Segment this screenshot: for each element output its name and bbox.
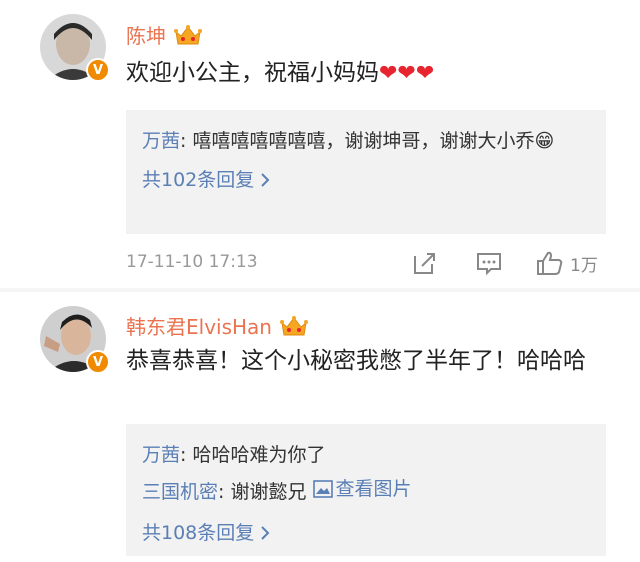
view-image-text[interactable]: 查看图片 (336, 472, 412, 506)
verified-badge-icon: V (86, 58, 110, 82)
reply-item: 万茜: 哈哈哈难为你了 (142, 438, 590, 472)
reply-separator: : (218, 481, 231, 503)
avatar[interactable]: V (40, 306, 110, 374)
reply-box: 万茜: 嘻嘻嘻嘻嘻嘻嘻，谢谢坤哥，谢谢大小乔😁 共102条回复 (126, 110, 606, 234)
username[interactable]: 陈坤 (126, 20, 202, 49)
like-button[interactable]: 1万 (536, 248, 598, 278)
reply-item: 万茜: 嘻嘻嘻嘻嘻嘻嘻，谢谢坤哥，谢谢大小乔😁 (142, 124, 590, 158)
comment-text: 欢迎小公主，祝福小妈妈❤❤❤ (126, 56, 596, 91)
username[interactable]: 韩东君ElvisHan (126, 311, 308, 340)
crown-icon (279, 315, 308, 335)
reply-author[interactable]: 三国机密 (142, 481, 218, 503)
verified-badge-icon: V (86, 350, 110, 374)
image-icon (312, 480, 333, 498)
more-replies-text[interactable]: 共102条回复 (142, 162, 254, 198)
comment-body: 欢迎小公主，祝福小妈妈 (126, 60, 379, 86)
more-replies-link[interactable]: 共108条回复 (142, 515, 270, 551)
reply-text: 哈哈哈难为你了 (192, 444, 326, 466)
comment-meta: 17-11-10 17:13 1万 (126, 248, 616, 280)
timestamp: 17-11-10 17:13 (126, 252, 258, 272)
username-text[interactable]: 韩东君ElvisHan (126, 311, 272, 340)
reply-text: 嘻嘻嘻嘻嘻嘻嘻，谢谢坤哥，谢谢大小乔😁 (192, 130, 555, 152)
reply-text: 谢谢懿兄 (230, 481, 313, 503)
reply-separator: : (180, 130, 193, 152)
like-count: 1万 (570, 255, 598, 276)
thumbs-up-icon (537, 251, 563, 275)
share-icon (414, 253, 435, 274)
reply-author[interactable]: 万茜 (142, 444, 180, 466)
heart-icon: ❤❤❤ (379, 61, 435, 86)
avatar[interactable]: V (40, 14, 110, 82)
comment-icon (477, 253, 501, 276)
username-text[interactable]: 陈坤 (126, 20, 166, 49)
comment-text: 恭喜恭喜！这个小秘密我憋了半年了！哈哈哈 (126, 344, 616, 378)
reply-item: 三国机密: 谢谢懿兄 查看图片 (142, 472, 590, 509)
reply-author[interactable]: 万茜 (142, 130, 180, 152)
chevron-right-icon (261, 526, 270, 540)
comment-body: 恭喜恭喜！这个小秘密我憋了半年了！哈哈哈 (126, 348, 586, 374)
crown-icon (174, 24, 202, 44)
comment-item: V 陈坤 欢迎小公主，祝福小妈妈❤❤❤ 万茜: 嘻嘻嘻嘻嘻嘻嘻，谢谢坤哥，谢谢大… (0, 0, 640, 286)
reply-separator: : (180, 444, 193, 466)
reply-box: 万茜: 哈哈哈难为你了 三国机密: 谢谢懿兄 查看图片 共108条回复 (126, 424, 606, 556)
divider (0, 288, 640, 292)
view-image-link[interactable]: 查看图片 (312, 472, 412, 506)
more-replies-link[interactable]: 共102条回复 (142, 162, 270, 198)
comment-button[interactable] (476, 248, 502, 278)
more-replies-text[interactable]: 共108条回复 (142, 515, 254, 551)
share-button[interactable] (412, 248, 438, 278)
chevron-right-icon (261, 173, 270, 187)
